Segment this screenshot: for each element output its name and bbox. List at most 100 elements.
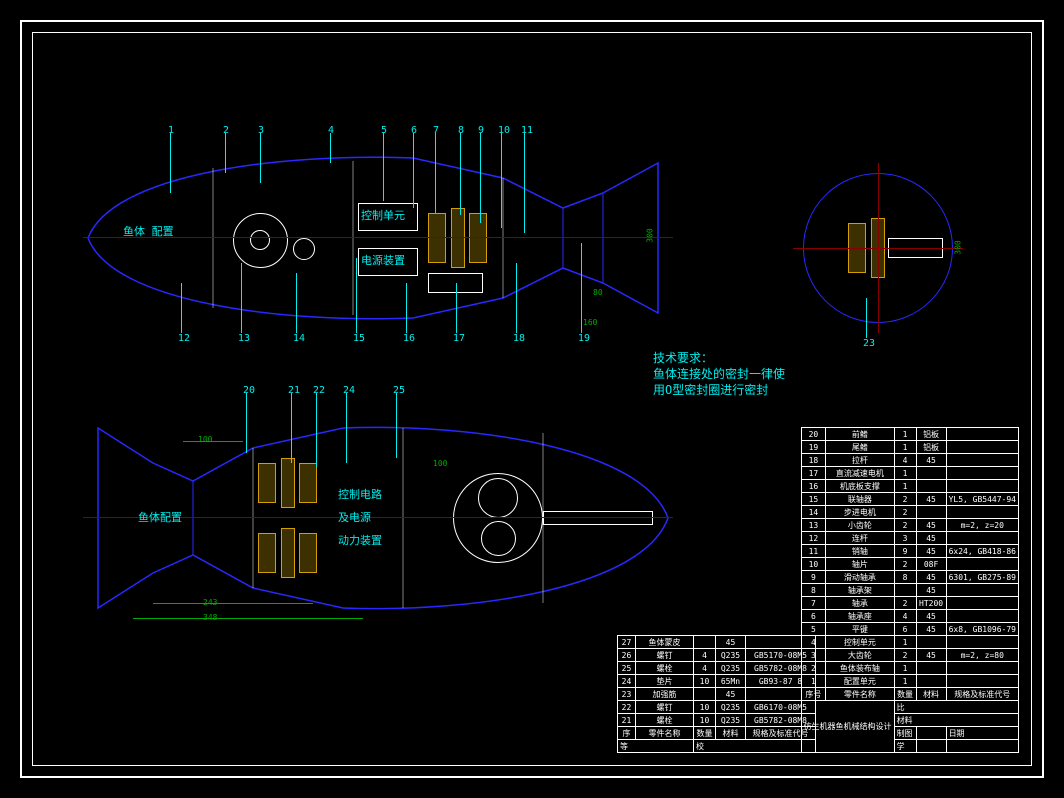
bottom-top-view: 鱼体配置 控制电路 及电源 动力装置 100 100 243 348 [83, 403, 673, 633]
callout-16: 16 [403, 333, 415, 344]
bom-left-row: 26螺钉4Q235GB5170-08M5 [618, 649, 816, 662]
bom-left-row: 27鱼体蒙皮45 [618, 636, 816, 649]
drawing-inner-frame: 鱼体 配置 控制单元 电源装置 300 80 160 1 2 3 4 5 6 7… [32, 32, 1032, 766]
tech-req-title: 技术要求： [653, 351, 713, 365]
bom-left-row: 22螺钉10Q235GB6170-08M5 [618, 701, 816, 714]
bom-right-row: 3大齿轮245m=2, z=80 [801, 649, 1018, 662]
bot-circle-sm1 [478, 478, 518, 518]
dim-line-243 [153, 603, 313, 604]
bot-circle-sm2 [481, 521, 516, 556]
leader-3 [260, 133, 261, 183]
callout-6: 6 [411, 125, 417, 136]
bom-right-row: 2鱼体装布轴1 [801, 662, 1018, 675]
bom-right-row: 7轴承2HT200 [801, 597, 1018, 610]
bom-right-row: 10轴片208F [801, 558, 1018, 571]
weight-mech-small [293, 238, 315, 260]
callout-23: 23 [863, 338, 875, 349]
gear-cluster-3 [469, 213, 487, 263]
callout-3: 3 [258, 125, 264, 136]
callout-20: 20 [243, 385, 255, 396]
leader-7 [435, 133, 436, 213]
bom-right-row: 18拉杆445 [801, 454, 1018, 467]
bom-right-row: 6轴承座445 [801, 610, 1018, 623]
bom-left-row: 24垫片1065MnGB93-87 8 [618, 675, 816, 688]
bom-right-row: 9滑动轴承8456301, GB275-89 [801, 571, 1018, 584]
callout-22: 22 [313, 385, 325, 396]
gear-b3 [299, 463, 317, 503]
bom-right-row: 16机底板支撑1 [801, 480, 1018, 493]
gear-b4 [258, 533, 276, 573]
drawing-outer-frame: 鱼体 配置 控制单元 电源装置 300 80 160 1 2 3 4 5 6 7… [20, 20, 1044, 778]
top-side-view: 鱼体 配置 控制单元 电源装置 300 80 160 [83, 143, 673, 333]
dim-300b: 300 [954, 240, 963, 254]
bot-shaft [543, 511, 653, 525]
tech-req-line1: 鱼体连接处的密封一律使 [653, 367, 785, 381]
bom-left-footer: 等 校 [618, 740, 816, 753]
gear-b1 [258, 463, 276, 503]
callout-13: 13 [238, 333, 250, 344]
callout-18: 18 [513, 333, 525, 344]
bom-right-row: 8轴承架45 [801, 584, 1018, 597]
callout-19: 19 [578, 333, 590, 344]
callout-17: 17 [453, 333, 465, 344]
bom-right-row: 5平键6456x8, GB1096-79 [801, 623, 1018, 636]
dim-line-348 [133, 618, 363, 619]
bom-right-row: 4控制单元1 [801, 636, 1018, 649]
bom-right-row: 20前鳍1铝板 [801, 428, 1018, 441]
leader-4 [330, 133, 331, 163]
dim-100: 100 [198, 435, 212, 444]
bom-right-row: 19尾鳍1铝板 [801, 441, 1018, 454]
leader-15 [356, 258, 357, 333]
bom-left-header-row: 序 零件名称 数量 材料 规格及标准代号 [618, 727, 816, 740]
anno-body-config-bot: 鱼体配置 [138, 511, 182, 525]
fish-outline-top [83, 143, 673, 333]
gear-b2 [281, 458, 295, 508]
leader-12 [181, 283, 182, 333]
dim-line-100 [183, 441, 243, 442]
bom-right-row: 17直流减速电机1 [801, 467, 1018, 480]
leader-19 [581, 243, 582, 333]
callout-7: 7 [433, 125, 439, 136]
callout-10: 10 [498, 125, 510, 136]
bom-right-row: 13小齿轮245m=2, z=20 [801, 519, 1018, 532]
leader-18 [516, 263, 517, 333]
gear-cluster-1 [428, 213, 446, 263]
bom-left-row: 21螺栓10Q235GB5782-08M8 [618, 714, 816, 727]
leader-10 [501, 133, 502, 228]
leader-21b [291, 393, 292, 463]
leader-23 [866, 298, 867, 338]
anno-ctrl-circuit: 控制电路 [338, 488, 382, 502]
bom-left-row: 25螺栓4Q235GB5782-08M8 [618, 662, 816, 675]
gear-cluster-2 [451, 208, 465, 268]
callout-24: 24 [343, 385, 355, 396]
bom-right-row: 12连杆345 [801, 532, 1018, 545]
leader-20b [246, 393, 247, 453]
leader-16 [406, 283, 407, 333]
dim-300a: 300 [646, 228, 655, 242]
dim-100b: 100 [433, 459, 447, 468]
gear-b5 [281, 528, 295, 578]
callout-4: 4 [328, 125, 334, 136]
callout-14: 14 [293, 333, 305, 344]
anno-body-config-top: 鱼体 配置 [123, 225, 145, 239]
callout-11: 11 [521, 125, 533, 136]
end-center-v [878, 163, 879, 333]
callout-5: 5 [381, 125, 387, 136]
tech-req-line2: 用O型密封圈进行密封 [653, 383, 768, 397]
bom-right-row: 1配置单元1 [801, 675, 1018, 688]
bom-right-table: 20前鳍1铝板19尾鳍1铝板18拉杆44517直流减速电机116机底板支撑115… [801, 427, 1019, 753]
leader-17 [456, 283, 457, 333]
weight-mech-inner [250, 230, 270, 250]
tb-mat: 材料 [894, 714, 1018, 727]
callout-2: 2 [223, 125, 229, 136]
callout-8: 8 [458, 125, 464, 136]
callout-15: 15 [353, 333, 365, 344]
leader-8 [460, 133, 461, 215]
bom-right-row: 15联轴器245YL5, GB5447-94 [801, 493, 1018, 506]
leader-25b [396, 393, 397, 458]
anno-and-power: 及电源 [338, 511, 371, 525]
bom-right-row: 11销轴9456x24, GB418-86 [801, 545, 1018, 558]
bom-right-header-row: 序号 零件名称 数量 材料 规格及标准代号 [801, 688, 1018, 701]
callout-1: 1 [168, 125, 174, 136]
bom-right-block: 20前鳍1铝板19尾鳍1铝板18拉杆44517直流减速电机116机底板支撑115… [801, 427, 1019, 753]
